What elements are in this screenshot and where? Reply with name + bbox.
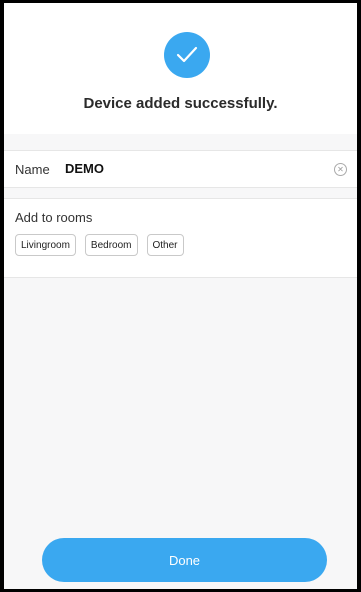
clear-icon[interactable]: ✕ [334,163,347,176]
rooms-section: Add to rooms Livingroom Bedroom Other [4,198,357,278]
success-title: Device added successfully. [83,95,278,112]
rooms-list: Livingroom Bedroom Other [15,234,184,256]
room-chip-livingroom[interactable]: Livingroom [15,234,76,256]
name-row: Name ✕ [4,150,357,188]
check-circle-icon [164,32,210,78]
checkmark-icon [176,46,198,63]
success-header: Device added successfully. [4,3,357,134]
rooms-title: Add to rooms [15,210,93,225]
device-added-screen: Device added successfully. Name ✕ Add to… [0,0,361,592]
room-chip-other[interactable]: Other [146,234,184,256]
name-label: Name [15,162,50,177]
room-chip-bedroom[interactable]: Bedroom [84,234,138,256]
name-input[interactable] [65,161,305,176]
done-button[interactable]: Done [42,538,327,582]
